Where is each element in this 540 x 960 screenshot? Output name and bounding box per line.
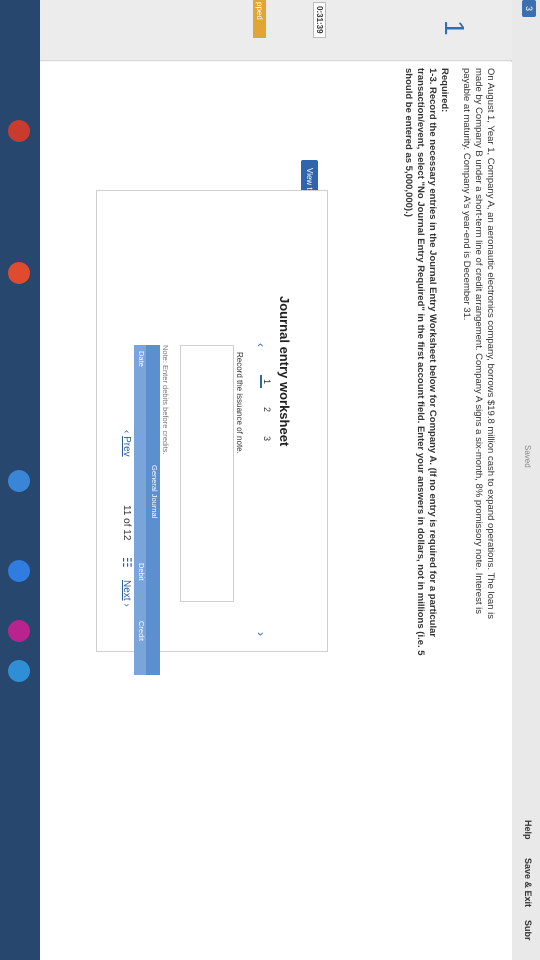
prev-button[interactable]: ‹ Prev: [121, 430, 132, 457]
app-icon-magenta[interactable]: [8, 620, 30, 642]
save-exit-button[interactable]: Save & Exit: [523, 858, 533, 907]
tab-1[interactable]: 1: [260, 375, 272, 389]
question-tab[interactable]: 3: [522, 0, 536, 18]
problem-line-3: payable at maturity. Company A's year-en…: [461, 68, 472, 321]
note-text: Note: Enter debits before credits.: [161, 345, 170, 455]
saved-status: Saved: [523, 445, 532, 468]
chevron-left-icon[interactable]: ‹: [254, 343, 268, 347]
required-line-1: 1-3. Record the necessary entries in the…: [427, 68, 438, 638]
page-position: 11 of 12: [121, 505, 132, 541]
prev-label: Prev: [121, 436, 132, 457]
question-number: 1: [439, 20, 470, 36]
credit-column: Credit: [137, 621, 146, 642]
next-button[interactable]: Next ›: [121, 580, 132, 607]
record-row: Record the issuance of note.: [232, 352, 250, 582]
record-text: Record the issuance of note.: [235, 352, 244, 454]
app-icon-red[interactable]: [8, 120, 30, 142]
next-label: Next: [121, 580, 132, 601]
chevron-right-icon[interactable]: ›: [254, 632, 268, 636]
problem-line-1: On August 1, Year 1, Company A, an aeron…: [485, 68, 496, 619]
worksheet-title: Journal entry worksheet: [277, 296, 292, 447]
date-column: Date: [137, 351, 146, 367]
help-button[interactable]: Help: [523, 820, 533, 840]
app-topbar: 3 Saved Help Save & Exit Subr: [511, 0, 540, 960]
app-icon-orange[interactable]: [8, 262, 30, 284]
grid-view-icon[interactable]: ☷: [120, 557, 134, 568]
problem-text: On August 1, Year 1, Company A, an aeron…: [402, 68, 496, 788]
timer-badge: 0:31:39: [313, 2, 326, 38]
journal-columns-header: Date Debit Credit: [134, 345, 146, 675]
record-box: [180, 345, 234, 602]
tab-3[interactable]: 3: [262, 432, 272, 445]
problem-line-2: made by Company B under a short-term lin…: [473, 68, 484, 614]
app-icon-blue-2[interactable]: [8, 560, 30, 582]
skipped-badge: pped: [253, 0, 266, 38]
photo-frame: 3 Saved Help Save & Exit Subr 1 0:31:39 …: [0, 0, 540, 960]
required-line-2: transaction/event, select "No Journal En…: [415, 68, 426, 656]
quiz-screen: 3 Saved Help Save & Exit Subr 1 0:31:39 …: [0, 0, 540, 960]
tab-2[interactable]: 2: [262, 403, 272, 416]
required-line-3: should be entered as 5,000,000).): [403, 68, 414, 217]
debit-column: Debit: [137, 563, 146, 581]
app-icon-blue[interactable]: [8, 470, 30, 492]
general-journal-header: General Journal: [146, 345, 160, 675]
submit-button[interactable]: Subr: [523, 920, 533, 941]
general-journal-label: General Journal: [150, 465, 159, 519]
app-icon-blue-3[interactable]: [8, 660, 30, 682]
required-heading: Required:: [439, 68, 450, 113]
